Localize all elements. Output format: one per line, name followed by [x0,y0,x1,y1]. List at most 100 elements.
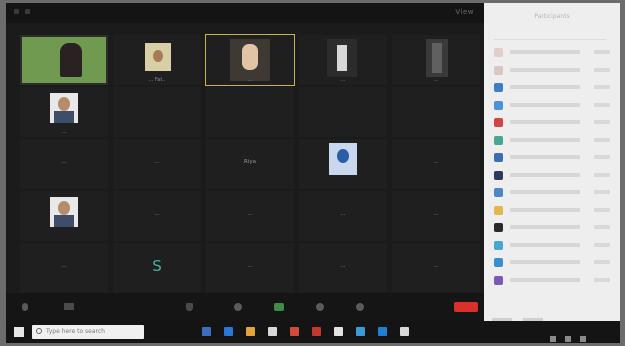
avatar [494,223,503,232]
taskbar-app-icon[interactable] [378,327,387,336]
taskbar-app-icon[interactable] [290,327,299,336]
participant-tile[interactable]: ... [113,191,201,241]
taskbar-search-input[interactable]: Type here to search [32,325,144,339]
participant-tile[interactable] [20,35,108,85]
info-icon[interactable] [25,9,30,14]
taskbar: Type here to search [6,321,620,343]
face [153,50,163,62]
meeting-controls [6,293,484,321]
profile-picture [329,143,357,175]
participant-name: ... [247,211,253,217]
mic-video-status-icon [594,102,610,107]
view-button[interactable]: View [455,8,474,16]
participant-tile[interactable] [20,191,108,241]
participant-tile[interactable]: ... [392,139,480,189]
participant-row[interactable] [492,187,616,198]
participant-tile[interactable]: ... [205,34,295,86]
participant-row[interactable] [492,135,616,146]
taskbar-app-icon[interactable] [334,327,343,336]
participant-tile[interactable]: ... [392,191,480,241]
taskbar-app-icon[interactable] [400,327,409,336]
participant-row-name [510,85,580,89]
taskbar-app-icon[interactable] [224,327,233,336]
taskbar-app-icon[interactable] [246,327,255,336]
participant-row[interactable] [492,205,616,216]
participant-name: ... [433,159,439,165]
topbar-indicators [14,9,30,14]
taskbar-app-icon[interactable] [202,327,211,336]
participant-row[interactable] [492,117,616,128]
taskbar-app-icon[interactable] [356,327,365,336]
record-icon[interactable] [316,303,324,311]
battery-icon[interactable] [580,336,587,342]
participant-tile[interactable]: Riya [206,139,294,189]
mic-video-status-icon [594,172,610,177]
share-screen-icon[interactable] [274,303,284,311]
participant-tile[interactable] [299,139,387,189]
participant-tile[interactable] [299,87,387,137]
meeting-topbar: View [6,3,484,23]
participant-row[interactable] [492,100,616,111]
participant-row[interactable] [492,82,616,93]
participant-tile[interactable]: ... [20,139,108,189]
participant-tile[interactable]: ... [299,243,387,293]
participant-tile[interactable]: ... [206,243,294,293]
avatar [494,48,503,57]
participant-name: ... [433,263,439,269]
participant-tile[interactable]: ... [299,35,387,85]
participant-name: ... [154,159,160,165]
participant-row[interactable] [492,47,616,58]
participant-tile[interactable]: ... [20,87,108,137]
mic-video-status-icon [594,50,610,54]
participant-row[interactable] [492,222,616,233]
video-feed [22,37,106,83]
security-icon[interactable] [186,303,193,311]
participant-tile[interactable]: ... [113,139,201,189]
taskbar-app-icon[interactable] [268,327,277,336]
end-button[interactable] [454,302,478,312]
participant-tile[interactable]: ... [20,243,108,293]
mic-video-status-icon [594,225,610,229]
participant-row[interactable] [492,275,616,286]
shirt [54,111,74,123]
participant-row[interactable] [492,65,616,76]
participant-tile[interactable] [392,87,480,137]
avatar [494,118,503,127]
participant-tile[interactable]: ... Fat.. [113,35,201,85]
participant-row-name [510,260,580,264]
participant-row-name [510,277,580,282]
participants-icon[interactable] [234,303,242,311]
network-icon[interactable] [550,336,556,342]
participant-tile[interactable] [206,87,294,137]
reactions-icon[interactable] [356,303,364,311]
participant-row[interactable] [492,257,616,268]
mute-icon[interactable] [22,303,28,311]
volume-icon[interactable] [565,336,572,342]
profile-picture [230,39,270,81]
profile-picture [327,39,357,77]
profile-picture [426,39,448,77]
participant-tile[interactable]: ... [392,243,480,293]
participant-row[interactable] [492,240,616,251]
windows-start-icon[interactable] [14,327,24,337]
video-icon[interactable] [64,303,74,310]
mic-video-status-icon [594,85,610,89]
participant-tile[interactable]: ... [206,191,294,241]
participant-name: ... [340,77,346,83]
participant-tile[interactable]: ... [392,35,480,85]
participant-row-name [510,120,580,124]
participant-name: Riya [244,159,256,165]
avatar [494,100,503,110]
participant-row-name [510,155,580,159]
participant-row[interactable] [492,152,616,163]
participant-row[interactable] [492,170,616,181]
participant-name: ... [61,263,67,269]
face [337,149,349,163]
participant-search-field[interactable] [494,31,606,40]
participant-name: ... [340,263,346,269]
taskbar-app-icon[interactable] [312,327,321,336]
participant-tile[interactable] [113,87,201,137]
participant-tile[interactable]: ... [299,191,387,241]
participant-tile[interactable]: S [113,243,201,293]
avatar [494,83,503,92]
